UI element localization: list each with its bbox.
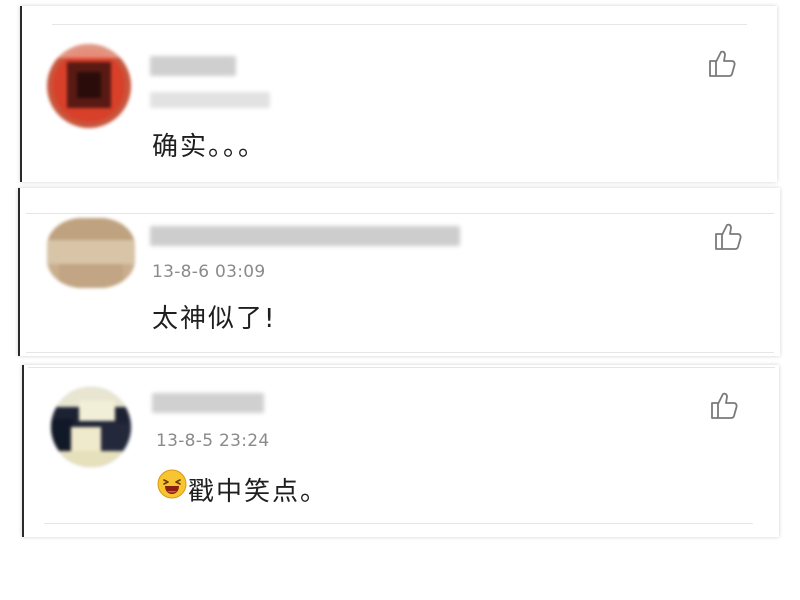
- avatar[interactable]: [47, 218, 135, 288]
- comment-timestamp: 13-8-5 23:24: [156, 431, 270, 451]
- thumbs-up-icon[interactable]: [708, 390, 740, 422]
- comment-card: 确实。。。: [20, 6, 777, 182]
- laughing-emoji-icon: [157, 469, 187, 499]
- comment-text: 确实。。。: [152, 132, 267, 162]
- avatar[interactable]: [47, 44, 131, 128]
- timestamp-redacted: [150, 92, 270, 108]
- comment-text: 太神似了!: [152, 304, 277, 334]
- username-redacted[interactable]: [150, 226, 460, 246]
- card-top-divider: [52, 24, 747, 25]
- comment-card: 13-8-5 23:24 戳中笑点。: [22, 365, 779, 537]
- thumbs-up-icon[interactable]: [706, 48, 738, 80]
- username-redacted[interactable]: [150, 56, 236, 76]
- card-top-divider: [26, 213, 774, 214]
- comment-text: 戳中笑点。: [188, 477, 329, 507]
- avatar[interactable]: [51, 387, 131, 467]
- comment-card: 13-8-6 03:09 太神似了!: [18, 188, 780, 356]
- comment-list: 确实。。。 13-8-6 03:09 太神似了! 13-8-5 23:24 戳中…: [0, 0, 800, 600]
- card-bottom-divider: [44, 523, 753, 524]
- username-redacted[interactable]: [152, 393, 264, 413]
- thumbs-up-icon[interactable]: [712, 221, 744, 253]
- card-bottom-divider: [26, 352, 774, 353]
- comment-timestamp: 13-8-6 03:09: [152, 262, 266, 282]
- card-top-divider: [28, 367, 775, 368]
